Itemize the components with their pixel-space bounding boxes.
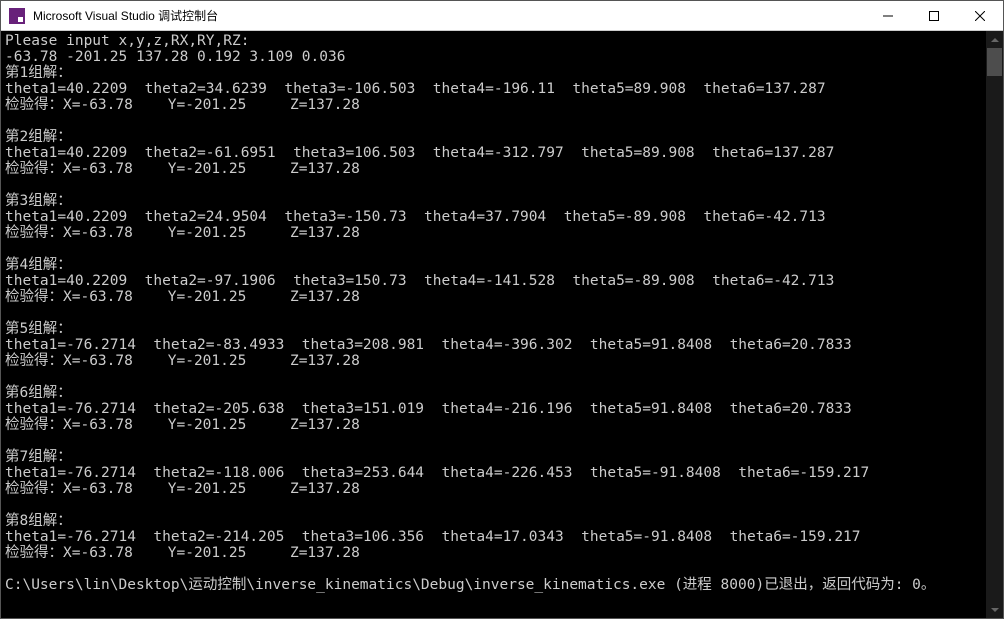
console-exit: C:\Users\lin\Desktop\运动控制\inverse_kinema… (5, 577, 935, 593)
group-label: 第1组解： (5, 65, 72, 81)
scrollbar-up-button[interactable] (986, 31, 1003, 48)
maximize-button[interactable] (911, 1, 957, 30)
group-label: 第2组解： (5, 129, 72, 145)
scrollbar-thumb[interactable] (987, 48, 1002, 76)
group-theta: theta1=-76.2714 theta2=-83.4933 theta3=2… (5, 337, 852, 353)
group-verify: 检验得：X=-63.78 Y=-201.25 Z=137.28 (5, 353, 360, 369)
group-theta: theta1=-76.2714 theta2=-118.006 theta3=2… (5, 465, 869, 481)
console-content[interactable]: Please input x,y,z,RX,RY,RZ: -63.78 -201… (1, 31, 986, 618)
minimize-button[interactable] (865, 1, 911, 30)
titlebar-buttons (865, 1, 1003, 30)
group-label: 第7组解： (5, 449, 72, 465)
console-prompt: Please input x,y,z,RX,RY,RZ: (5, 33, 249, 49)
scrollbar-down-button[interactable] (986, 601, 1003, 618)
vertical-scrollbar[interactable] (986, 31, 1003, 618)
window-titlebar: Microsoft Visual Studio 调试控制台 (1, 1, 1003, 31)
group-theta: theta1=40.2209 theta2=-97.1906 theta3=15… (5, 273, 834, 289)
app-icon (9, 8, 25, 24)
close-button[interactable] (957, 1, 1003, 30)
group-theta: theta1=40.2209 theta2=-61.6951 theta3=10… (5, 145, 834, 161)
group-verify: 检验得：X=-63.78 Y=-201.25 Z=137.28 (5, 161, 360, 177)
group-label: 第5组解： (5, 321, 72, 337)
group-verify: 检验得：X=-63.78 Y=-201.25 Z=137.28 (5, 289, 360, 305)
window-title: Microsoft Visual Studio 调试控制台 (31, 7, 865, 24)
group-verify: 检验得：X=-63.78 Y=-201.25 Z=137.28 (5, 417, 360, 433)
group-verify: 检验得：X=-63.78 Y=-201.25 Z=137.28 (5, 97, 360, 113)
console-area: Please input x,y,z,RX,RY,RZ: -63.78 -201… (1, 31, 1003, 618)
group-label: 第8组解： (5, 513, 72, 529)
group-theta: theta1=-76.2714 theta2=-205.638 theta3=1… (5, 401, 852, 417)
group-verify: 检验得：X=-63.78 Y=-201.25 Z=137.28 (5, 481, 360, 497)
group-label: 第6组解： (5, 385, 72, 401)
group-theta: theta1=-76.2714 theta2=-214.205 theta3=1… (5, 529, 861, 545)
console-input: -63.78 -201.25 137.28 0.192 3.109 0.036 (5, 49, 345, 65)
group-label: 第3组解： (5, 193, 72, 209)
group-verify: 检验得：X=-63.78 Y=-201.25 Z=137.28 (5, 225, 360, 241)
group-label: 第4组解： (5, 257, 72, 273)
group-verify: 检验得：X=-63.78 Y=-201.25 Z=137.28 (5, 545, 360, 561)
group-theta: theta1=40.2209 theta2=34.6239 theta3=-10… (5, 81, 826, 97)
group-theta: theta1=40.2209 theta2=24.9504 theta3=-15… (5, 209, 826, 225)
